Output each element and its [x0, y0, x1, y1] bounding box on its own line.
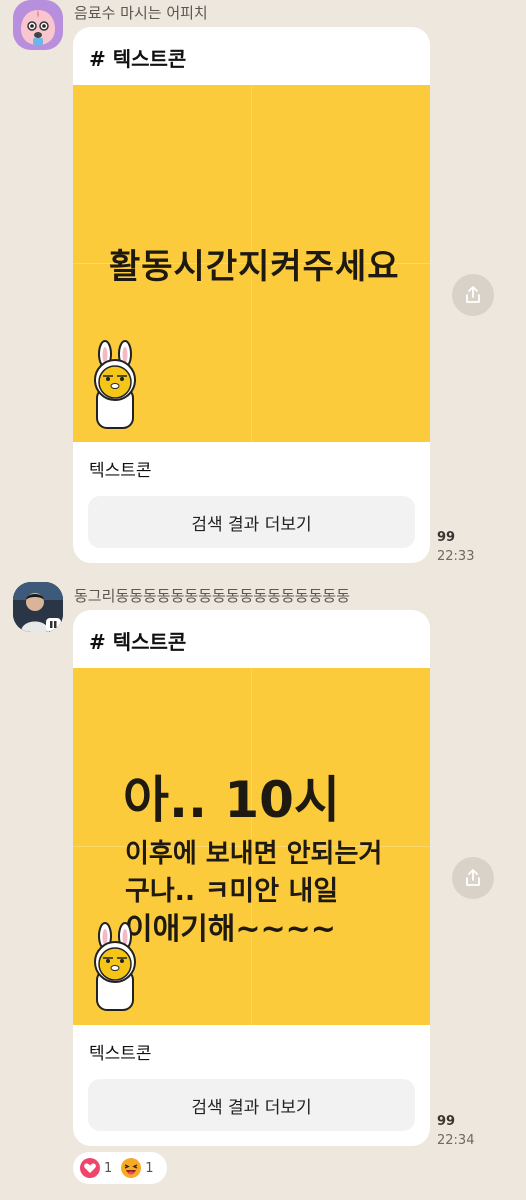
sender-avatar[interactable]: [13, 0, 63, 50]
message-meta: 99 22:34: [437, 1112, 474, 1150]
message-time: 22:34: [437, 1133, 475, 1148]
share-icon: [466, 286, 480, 303]
sticker-text-line: 구나.. ㅋ미안 내일: [125, 876, 339, 907]
textcon-card[interactable]: # 텍스트콘 활동시간지켜주세요 텍스트콘 검색 결과 더보기: [73, 27, 430, 563]
search-more-button[interactable]: 검색 결과 더보기: [88, 496, 415, 548]
profile-photo-icon: [13, 582, 63, 632]
unread-count: 99: [437, 530, 456, 545]
sender-name: 동그리동동동동동동동동동동동동동동동동동: [74, 587, 351, 605]
sticker-text-line: 이후에 보내면 안되는거: [125, 839, 383, 869]
search-more-button[interactable]: 검색 결과 더보기: [88, 1079, 415, 1131]
share-icon: [466, 869, 480, 886]
message-time: 22:33: [437, 549, 475, 564]
ryan-bunny-character-icon: [94, 922, 136, 1011]
apeach-avatar-icon: [13, 0, 63, 50]
card-header: # 텍스트콘: [89, 630, 187, 654]
card-title: 텍스트콘: [89, 1044, 152, 1064]
sticker-image[interactable]: 아.. 10시 이후에 보내면 안되는거 구나.. ㅋ미안 내일 이애기해~~~…: [73, 668, 430, 1025]
textcon-card[interactable]: # 텍스트콘 아.. 10시 이후에 보내면 안되는거 구나.. ㅋ미안 내일 …: [73, 610, 430, 1146]
card-header: # 텍스트콘: [89, 47, 187, 71]
laughing-emoji-icon: [121, 1158, 142, 1178]
share-button[interactable]: [452, 274, 494, 316]
unread-count: 99: [437, 1114, 456, 1129]
ryan-bunny-character-icon: [94, 340, 136, 429]
sticker-image[interactable]: 활동시간지켜주세요: [73, 85, 430, 442]
reaction-bar[interactable]: 1 1: [73, 1152, 167, 1184]
sticker-text-line: 이애기해~~~~: [125, 912, 336, 947]
reaction-heart[interactable]: 1: [79, 1157, 112, 1179]
card-title: 텍스트콘: [89, 461, 152, 481]
share-button[interactable]: [452, 857, 494, 899]
reaction-count: 1: [104, 1160, 113, 1176]
message-meta: 99 22:33: [437, 528, 474, 566]
reaction-count: 1: [145, 1160, 154, 1176]
sender-avatar[interactable]: [13, 582, 63, 632]
sender-name: 음료수 마시는 어피치: [74, 4, 208, 22]
heart-icon: [80, 1158, 100, 1178]
reaction-laugh[interactable]: 1: [120, 1157, 154, 1179]
sticker-text-line: 아.. 10시: [123, 771, 340, 829]
sticker-text: 활동시간지켜주세요: [109, 247, 400, 287]
